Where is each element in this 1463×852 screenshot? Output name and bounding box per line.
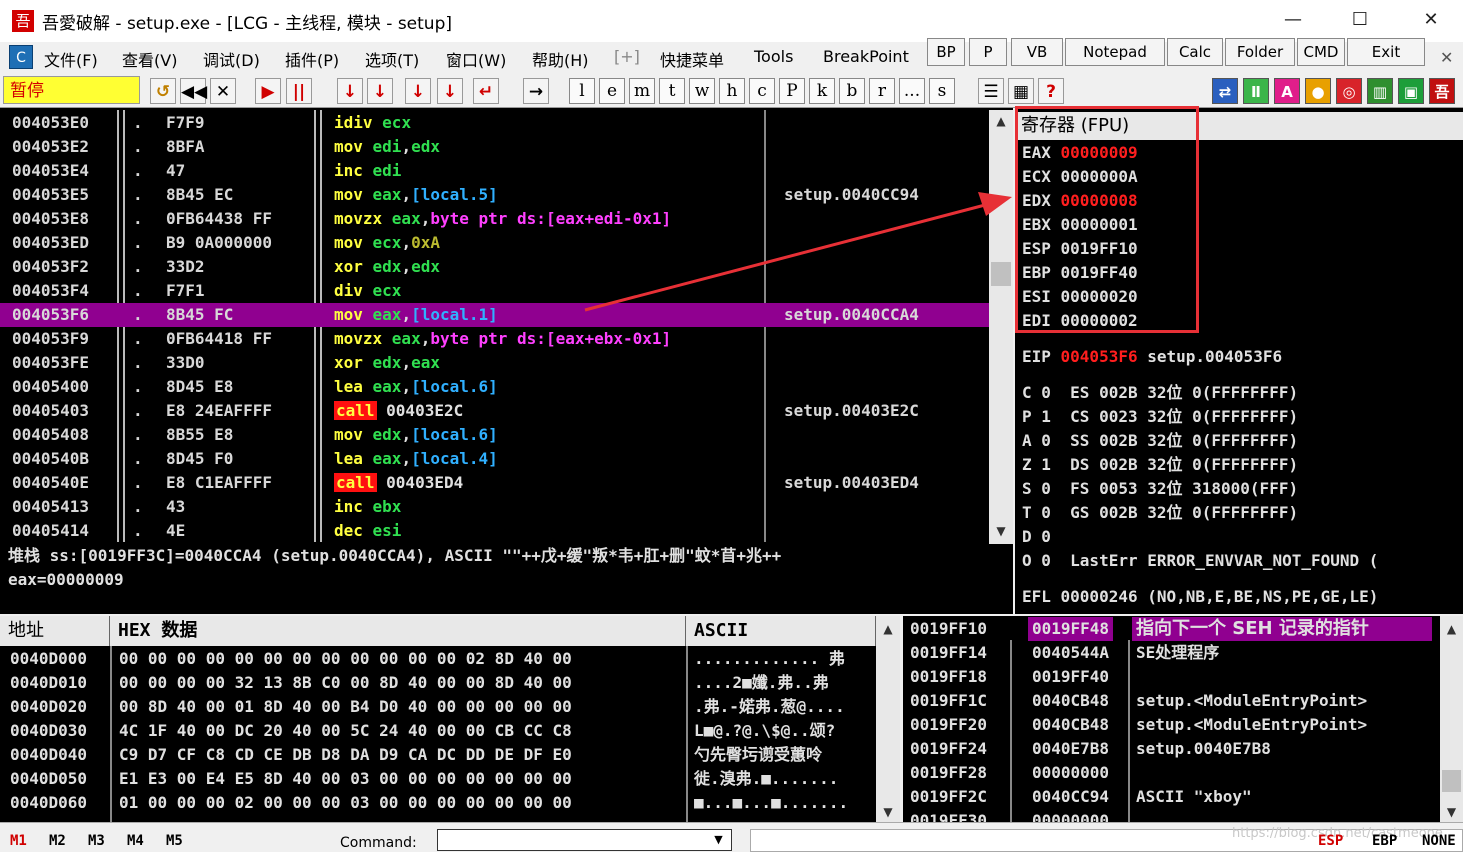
arrow-head — [978, 192, 1012, 216]
arrow-line — [584, 203, 986, 312]
annotation-arrow — [584, 192, 1012, 312]
